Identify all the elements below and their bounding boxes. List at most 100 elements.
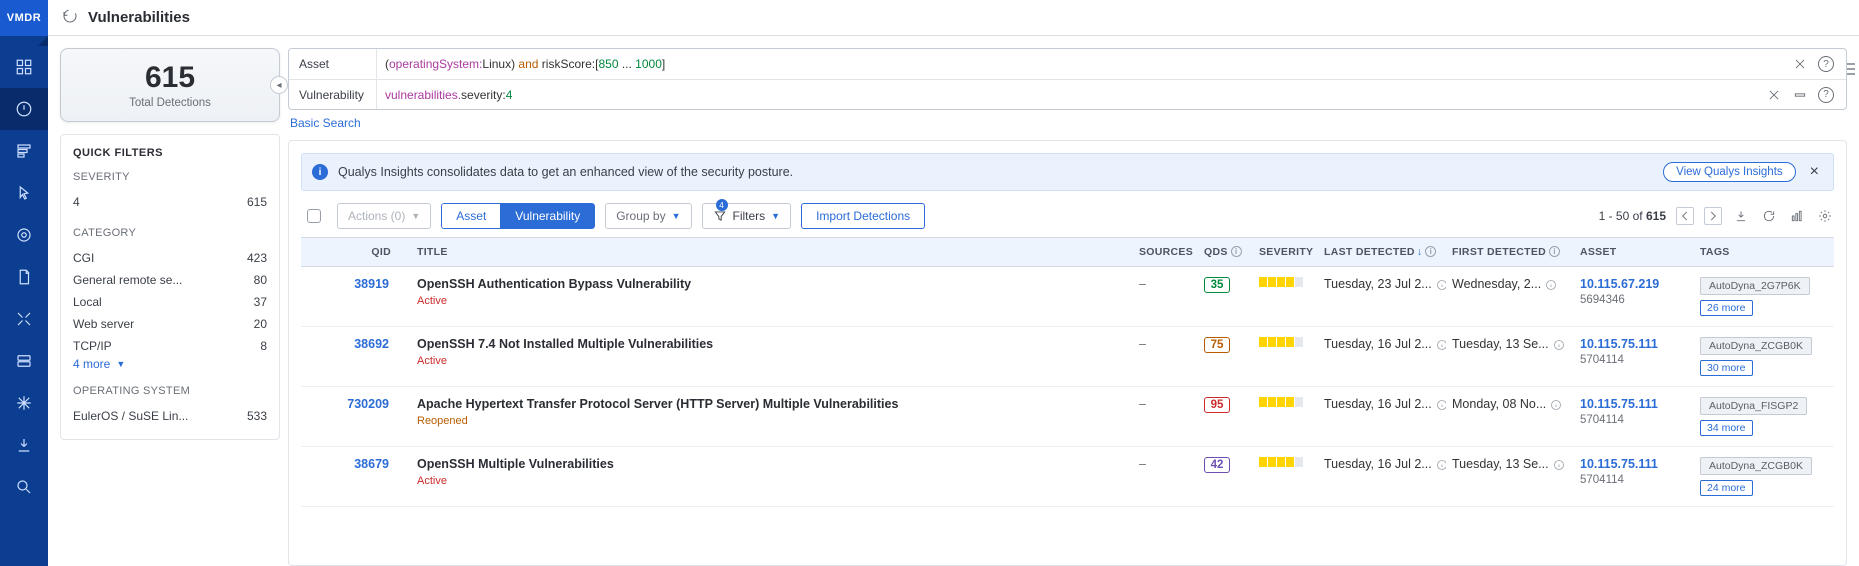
col-sources[interactable]: SOURCES (1133, 238, 1198, 267)
qid-link[interactable]: 38919 (337, 277, 405, 291)
filter-row[interactable]: CGI423 (73, 247, 267, 269)
vuln-search-input[interactable]: vulnerabilities.severity:4 (377, 88, 1754, 102)
asset-search-help-icon[interactable]: ? (1818, 56, 1834, 72)
filters-button[interactable]: 4 Filters▼ (702, 203, 792, 229)
col-severity[interactable]: SEVERITY (1253, 238, 1318, 267)
col-title[interactable]: TITLE (411, 238, 1133, 267)
qid-link[interactable]: 38679 (337, 457, 405, 471)
filter-row[interactable]: Local37 (73, 291, 267, 313)
nav-rail: VMDR (0, 0, 48, 566)
tag-chip[interactable]: AutoDyna_ZCGB0K (1700, 457, 1812, 475)
nav-document-icon[interactable] (0, 256, 48, 298)
severity-bars (1259, 277, 1312, 287)
vuln-title: OpenSSH 7.4 Not Installed Multiple Vulne… (417, 337, 1127, 351)
clear-vuln-search-icon[interactable] (1766, 87, 1782, 103)
asset-id: 5704114 (1580, 474, 1688, 486)
table-row[interactable]: 38679 OpenSSH Multiple Vulnerabilities A… (301, 447, 1834, 507)
grid-toolbar: Actions (0)▼ Asset Vulnerability Group b… (301, 203, 1834, 229)
nav-target-icon[interactable] (0, 214, 48, 256)
table-row[interactable]: 730209 Apache Hypertext Transfer Protoco… (301, 387, 1834, 447)
close-banner-icon[interactable]: × (1806, 163, 1823, 181)
segment-asset[interactable]: Asset (441, 203, 500, 229)
page-title: Vulnerabilities (88, 9, 190, 26)
nav-vulnerabilities-icon[interactable] (0, 88, 48, 130)
status-badge: Active (417, 355, 1127, 367)
col-first-detected[interactable]: FIRST DETECTEDi (1446, 238, 1574, 267)
nav-server-icon[interactable] (0, 340, 48, 382)
segment-vulnerability[interactable]: Vulnerability (500, 203, 595, 229)
filter-section-severity: SEVERITY (73, 171, 267, 183)
severity-bars (1259, 457, 1312, 467)
actions-dropdown[interactable]: Actions (0)▼ (337, 203, 431, 229)
nav-download-icon[interactable] (0, 424, 48, 466)
sources-cell: – (1133, 267, 1198, 327)
qid-link[interactable]: 730209 (337, 397, 405, 411)
refresh-icon[interactable] (62, 8, 78, 27)
tag-chip[interactable]: AutoDyna_2G7P6K (1700, 277, 1810, 295)
asset-search-label: Asset (289, 49, 377, 79)
prev-page-button[interactable] (1676, 207, 1694, 225)
qid-link[interactable]: 38692 (337, 337, 405, 351)
more-tags-button[interactable]: 34 more (1700, 420, 1753, 436)
qds-badge: 42 (1204, 457, 1230, 473)
filter-section-os: OPERATING SYSTEM (73, 385, 267, 397)
nav-snowflake-icon[interactable] (0, 382, 48, 424)
qds-badge: 35 (1204, 277, 1230, 293)
filter-row[interactable]: 4 615 (73, 191, 267, 213)
vuln-title: OpenSSH Authentication Bypass Vulnerabil… (417, 277, 1127, 291)
nav-dashboard-icon[interactable] (0, 46, 48, 88)
asset-ip-link[interactable]: 10.115.75.111 (1580, 457, 1688, 471)
severity-bars (1259, 397, 1312, 407)
asset-ip-link[interactable]: 10.115.75.111 (1580, 337, 1688, 351)
filter-row[interactable]: General remote se...80 (73, 269, 267, 291)
import-detections-button[interactable]: Import Detections (801, 203, 925, 229)
next-page-button[interactable] (1704, 207, 1722, 225)
filter-section-category: CATEGORY (73, 227, 267, 239)
collapse-search-icon[interactable] (1792, 87, 1808, 103)
basic-search-link[interactable]: Basic Search (290, 116, 1847, 130)
show-more-category[interactable]: 4 more▼ (73, 357, 267, 371)
filter-row[interactable]: EulerOS / SuSE Lin...533 (73, 405, 267, 427)
more-tags-button[interactable]: 24 more (1700, 480, 1753, 496)
nav-prioritize-icon[interactable] (0, 130, 48, 172)
more-tags-button[interactable]: 30 more (1700, 360, 1753, 376)
asset-ip-link[interactable]: 10.115.67.219 (1580, 277, 1688, 291)
download-icon[interactable] (1732, 207, 1750, 225)
metric-label: Total Detections (61, 97, 279, 109)
metric-value: 615 (61, 63, 279, 93)
filter-row[interactable]: Web server20 (73, 313, 267, 335)
reload-icon[interactable] (1760, 207, 1778, 225)
sources-cell: – (1133, 447, 1198, 507)
select-all-checkbox[interactable] (307, 209, 321, 223)
table-row[interactable]: 38919 OpenSSH Authentication Bypass Vuln… (301, 267, 1834, 327)
col-qds[interactable]: QDSi (1198, 238, 1253, 267)
nav-pointer-icon[interactable] (0, 172, 48, 214)
col-last-detected[interactable]: LAST DETECTED↓i (1318, 238, 1446, 267)
quick-filters-title: QUICK FILTERS (73, 147, 267, 159)
tag-chip[interactable]: AutoDyna_FISGP2 (1700, 397, 1807, 415)
table-row[interactable]: 38692 OpenSSH 7.4 Not Installed Multiple… (301, 327, 1834, 387)
view-insights-button[interactable]: View Qualys Insights (1663, 162, 1796, 182)
first-detected-cell: Tuesday, 13 Se... (1452, 337, 1568, 351)
asset-ip-link[interactable]: 10.115.75.111 (1580, 397, 1688, 411)
severity-bars (1259, 337, 1312, 347)
chart-icon[interactable] (1788, 207, 1806, 225)
col-tags[interactable]: TAGS (1694, 238, 1834, 267)
col-asset[interactable]: ASSET (1574, 238, 1694, 267)
nav-tools-icon[interactable] (0, 298, 48, 340)
settings-icon[interactable] (1816, 207, 1834, 225)
collapse-metric-button[interactable]: ◂ (270, 76, 288, 94)
filter-row[interactable]: TCP/IP8 (73, 335, 267, 357)
col-qid[interactable]: QID (331, 238, 411, 267)
quick-filters-panel: QUICK FILTERS SEVERITY 4 615 CATEGORY CG… (60, 134, 280, 440)
status-badge: Active (417, 475, 1127, 487)
asset-search-input[interactable]: (operatingSystem:Linux) and riskScore:[8… (377, 57, 1780, 71)
vuln-search-help-icon[interactable]: ? (1818, 87, 1834, 103)
nav-search-icon[interactable] (0, 466, 48, 508)
clear-asset-search-icon[interactable] (1792, 56, 1808, 72)
last-detected-cell: Tuesday, 23 Jul 2... (1324, 277, 1440, 291)
more-tags-button[interactable]: 26 more (1700, 300, 1753, 316)
tag-chip[interactable]: AutoDyna_ZCGB0K (1700, 337, 1812, 355)
groupby-dropdown[interactable]: Group by▼ (605, 203, 691, 229)
asset-id: 5704114 (1580, 354, 1688, 366)
